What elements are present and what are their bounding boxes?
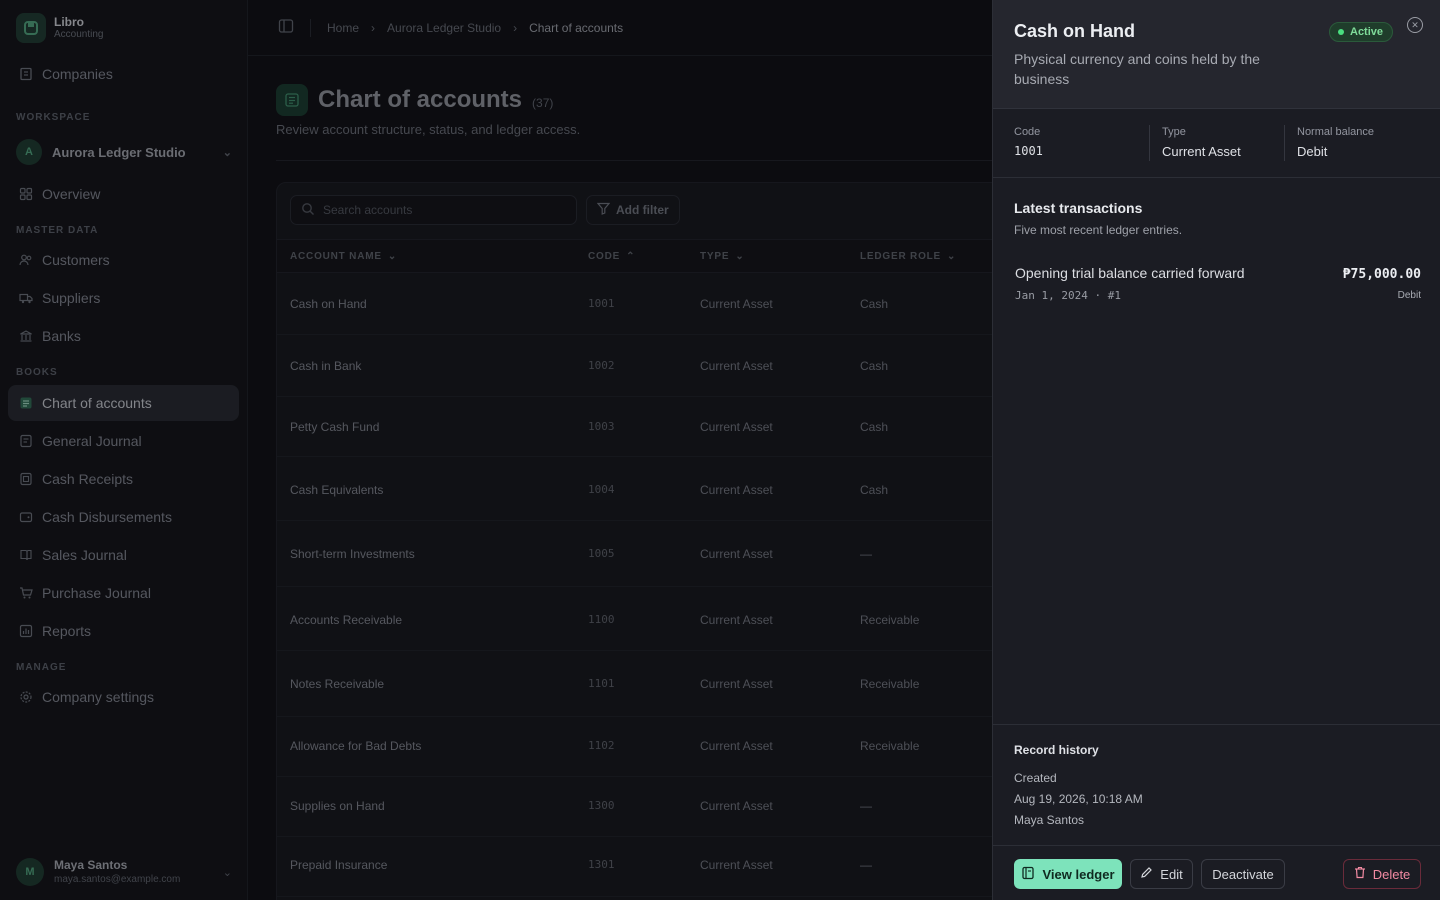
status-badge: Active [1329, 22, 1394, 42]
record-history: Record history Created Aug 19, 2026, 10:… [993, 724, 1440, 846]
meta-normal-balance: Normal balance Debit [1297, 126, 1374, 159]
trash-icon [1354, 866, 1366, 882]
transaction-date: Jan 1, 2024 · #1 [1015, 289, 1121, 302]
meta-label: Type [1162, 126, 1186, 138]
divider [1284, 125, 1285, 161]
delete-button[interactable]: Delete [1343, 859, 1421, 889]
history-title: Record history [1014, 743, 1099, 757]
drawer-header: Cash on Hand Physical currency and coins… [993, 0, 1440, 109]
close-button[interactable]: ✕ [1407, 17, 1423, 33]
transactions-subtitle: Five most recent ledger entries. [1014, 223, 1183, 237]
meta-value: Current Asset [1162, 144, 1241, 159]
transaction-description: Opening trial balance carried forward [1015, 265, 1245, 281]
meta-label: Code [1014, 126, 1041, 138]
meta-value: Debit [1297, 144, 1328, 159]
history-label: Created [1014, 771, 1057, 785]
drawer-footer: View ledger Edit Deactivate Delete [993, 845, 1440, 900]
meta-type: Type Current Asset [1162, 126, 1241, 159]
edit-label: Edit [1160, 866, 1183, 882]
account-detail-drawer: Cash on Hand Physical currency and coins… [992, 0, 1440, 900]
view-ledger-button[interactable]: View ledger [1014, 859, 1122, 889]
transaction-amount: ₱75,000.00 [1342, 267, 1421, 282]
status-dot-icon [1338, 29, 1344, 35]
status-label: Active [1350, 26, 1384, 38]
transaction-side: Debit [1397, 290, 1421, 301]
account-meta: Code 1001 Type Current Asset Normal bala… [993, 109, 1440, 178]
drawer-title: Cash on Hand [1014, 21, 1136, 41]
drawer-description: Physical currency and coins held by the … [1014, 51, 1260, 87]
delete-label: Delete [1372, 866, 1411, 882]
ledger-icon [1021, 866, 1035, 883]
meta-code: Code 1001 [1014, 126, 1043, 158]
modal-backdrop[interactable] [0, 0, 993, 900]
deactivate-button[interactable]: Deactivate [1201, 859, 1285, 889]
deactivate-label: Deactivate [1212, 866, 1274, 882]
close-icon: ✕ [1411, 19, 1419, 30]
transactions-title: Latest transactions [1014, 200, 1143, 216]
history-timestamp: Aug 19, 2026, 10:18 AM [1014, 792, 1143, 806]
meta-label: Normal balance [1297, 126, 1375, 138]
meta-value: 1001 [1014, 144, 1043, 158]
edit-button[interactable]: Edit [1130, 859, 1193, 889]
divider [1149, 125, 1150, 161]
pencil-icon [1140, 866, 1153, 882]
view-ledger-label: View ledger [1042, 866, 1115, 882]
transaction-item[interactable]: Opening trial balance carried forward Ja… [1014, 264, 1421, 308]
history-author: Maya Santos [1014, 813, 1085, 827]
